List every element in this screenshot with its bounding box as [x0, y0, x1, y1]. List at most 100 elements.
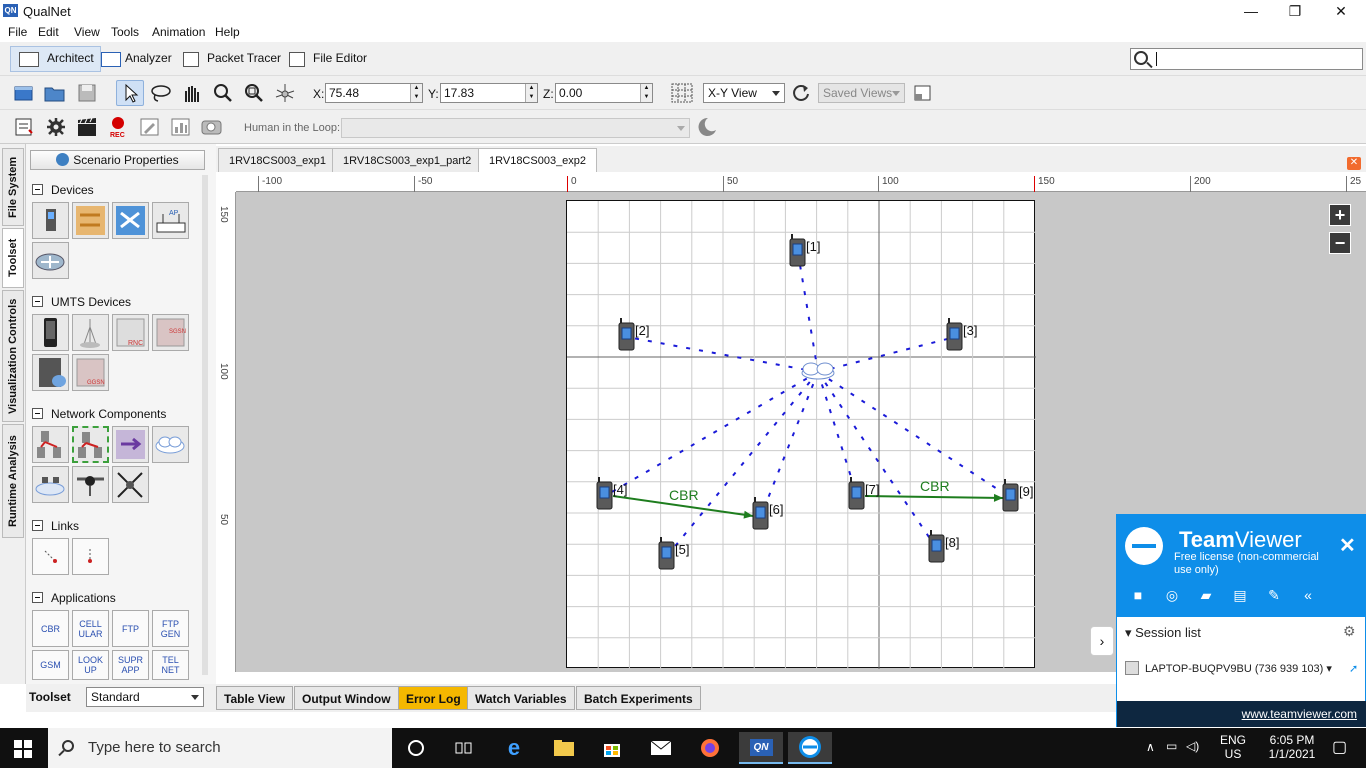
tab-output-window[interactable]: Output Window	[294, 686, 399, 710]
close-button[interactable]: ✕	[1318, 0, 1364, 22]
app-tool-lookup[interactable]: LOOK UP	[72, 650, 109, 680]
teamviewer-taskbar-icon[interactable]	[788, 732, 832, 764]
menu-edit[interactable]: Edit	[38, 25, 59, 39]
files-icon[interactable]: ▤	[1231, 587, 1249, 603]
mail-icon[interactable]	[641, 732, 681, 764]
network-tool-hierarchy[interactable]	[32, 426, 69, 463]
zoom-in-button[interactable]: +	[1329, 204, 1351, 226]
app-tool-cellular[interactable]: CELL ULAR	[72, 610, 109, 647]
device-tool-hub[interactable]	[112, 202, 149, 239]
edit-stats-icon[interactable]	[138, 116, 162, 138]
network-tool-cloud[interactable]	[152, 426, 189, 463]
tab-exp1[interactable]: 1RV18CS003_exp1	[218, 148, 338, 172]
links-section-header[interactable]: Links	[32, 519, 79, 533]
new-scenario-icon[interactable]	[12, 82, 36, 104]
zoom-out-button[interactable]: −	[1329, 232, 1351, 254]
menu-view[interactable]: View	[74, 25, 100, 39]
umts-tool-handset[interactable]	[32, 314, 69, 351]
select-arrow-icon[interactable]	[116, 80, 144, 106]
chart-icon[interactable]	[169, 116, 193, 138]
moon-icon[interactable]	[694, 115, 718, 137]
language-indicator[interactable]: ENG US	[1220, 733, 1246, 761]
collapse-left-icon[interactable]: «	[1299, 587, 1317, 603]
refresh-view-icon[interactable]	[790, 82, 814, 104]
tab-toolset[interactable]: Toolset	[2, 228, 24, 288]
collapse-icon[interactable]	[32, 592, 43, 603]
tab-visualization-controls[interactable]: Visualization Controls	[2, 290, 24, 422]
umts-tool-sgsn[interactable]: SGSN	[152, 314, 189, 351]
link-tool-wired[interactable]	[32, 538, 69, 575]
taskbar-search-box[interactable]: Type here to search	[48, 728, 392, 768]
chevron-up-icon[interactable]: ∧	[1146, 740, 1155, 754]
umts-tool-hlr[interactable]	[32, 354, 69, 391]
umts-tool-tower[interactable]	[72, 314, 109, 351]
video-icon[interactable]: ■	[1129, 587, 1147, 603]
teamviewer-link[interactable]: www.teamviewer.com	[1242, 707, 1357, 721]
edge-icon[interactable]: e	[494, 732, 534, 764]
tab-exp1-part2[interactable]: 1RV18CS003_exp1_part2	[332, 148, 483, 172]
tab-file-system[interactable]: File System	[2, 148, 24, 226]
document-check-icon[interactable]	[12, 116, 36, 138]
app-tool-super-app[interactable]: SUPR APP	[112, 650, 149, 680]
network-tool-satellite[interactable]	[72, 466, 109, 503]
gear-icon[interactable]: ⚙	[1343, 623, 1356, 640]
tab-error-log[interactable]: Error Log	[398, 686, 469, 710]
windows-start-icon[interactable]	[14, 740, 32, 758]
device-tool-mobile[interactable]	[32, 202, 69, 239]
headset-icon[interactable]: ◎	[1163, 587, 1181, 603]
device-tool-access-point[interactable]: AP	[152, 202, 189, 239]
y-coordinate-input[interactable]: 17.83 ▲ ▼	[440, 83, 538, 103]
store-icon[interactable]	[592, 732, 632, 764]
chevron-right-icon[interactable]: ›	[1090, 626, 1114, 656]
devices-section-header[interactable]: Devices	[32, 183, 94, 197]
teamviewer-close-icon[interactable]: ✕	[1339, 533, 1356, 558]
tab-watch-variables[interactable]: Watch Variables	[467, 686, 575, 710]
device-tool-switch[interactable]	[72, 202, 109, 239]
zoom-fit-icon[interactable]	[242, 82, 266, 104]
packet-tracer-mode-button[interactable]: Packet Tracer	[176, 46, 288, 72]
zoom-icon[interactable]	[211, 82, 235, 104]
scenario-canvas[interactable]: CBR CBR [1] [2] [3] [4] [5] [6] [7] [8] [9]	[567, 201, 1036, 669]
tools-icon[interactable]: ✎	[1265, 587, 1283, 603]
view-window-icon[interactable]	[911, 82, 935, 104]
clapperboard-icon[interactable]	[75, 116, 99, 138]
scenario-grid[interactable]: CBR CBR [1] [2] [3] [4] [5] [6] [7] [8] [9]	[566, 200, 1036, 669]
file-explorer-icon[interactable]	[544, 732, 584, 764]
gear-icon[interactable]	[44, 116, 68, 138]
cortana-icon[interactable]	[396, 732, 436, 764]
toolset-select[interactable]: Standard	[86, 687, 204, 707]
maximize-button[interactable]: ❐	[1272, 0, 1318, 22]
z-spinner[interactable]: ▲ ▼	[640, 84, 652, 102]
menu-help[interactable]: Help	[215, 25, 240, 39]
network-tool-arrow[interactable]	[112, 426, 149, 463]
collapse-icon[interactable]	[32, 296, 43, 307]
architect-mode-button[interactable]: Architect	[10, 46, 101, 72]
notifications-icon[interactable]: ▢	[1332, 737, 1347, 757]
x-coordinate-input[interactable]: 75.48 ▲ ▼	[325, 83, 423, 103]
qualnet-taskbar-icon[interactable]: QN	[739, 732, 783, 764]
firefox-icon[interactable]	[690, 732, 730, 764]
clock[interactable]: 6:05 PM 1/1/2021	[1261, 733, 1323, 761]
file-editor-mode-button[interactable]: File Editor	[282, 46, 374, 72]
app-tool-cbr[interactable]: CBR	[32, 610, 69, 647]
device-tool-router[interactable]	[32, 242, 69, 279]
umts-tool-ggsn[interactable]: GGSN	[72, 354, 109, 391]
link-tool-wireless[interactable]	[72, 538, 109, 575]
z-coordinate-input[interactable]: 0.00 ▲ ▼	[555, 83, 653, 103]
tab-exp2[interactable]: 1RV18CS003_exp2	[478, 148, 598, 172]
scenario-properties-button[interactable]: Scenario Properties	[30, 150, 205, 170]
menu-tools[interactable]: Tools	[111, 25, 139, 39]
pan-hand-icon[interactable]	[180, 82, 204, 104]
tab-batch-experiments[interactable]: Batch Experiments	[576, 686, 701, 710]
tab-runtime-analysis[interactable]: Runtime Analysis	[2, 424, 24, 538]
app-tool-telnet[interactable]: TEL NET	[152, 650, 189, 680]
task-view-icon[interactable]	[444, 732, 484, 764]
umts-section-header[interactable]: UMTS Devices	[32, 295, 131, 309]
network-tool-satellite-cloud[interactable]	[32, 466, 69, 503]
applications-section-header[interactable]: Applications	[32, 591, 116, 605]
x-spinner[interactable]: ▲ ▼	[410, 84, 422, 102]
app-tool-ftp-generic[interactable]: FTP GEN	[152, 610, 189, 647]
grid-settings-icon[interactable]	[670, 82, 694, 104]
saved-views-select[interactable]: Saved Views	[818, 83, 905, 103]
rotate-axes-icon[interactable]	[273, 82, 297, 104]
